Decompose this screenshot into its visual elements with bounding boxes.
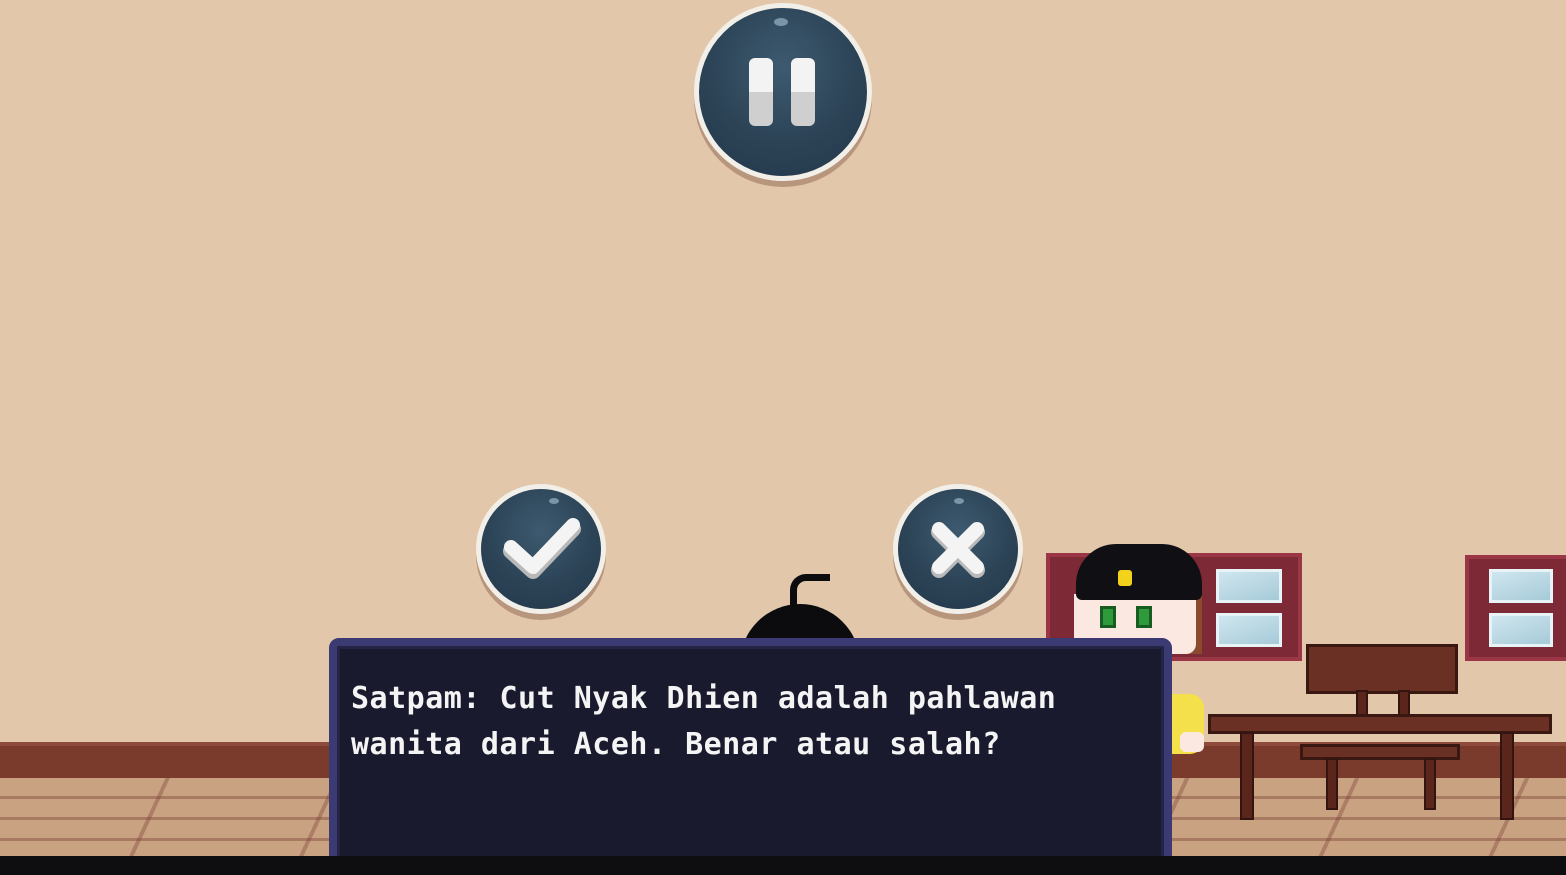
window-pane [1216,613,1282,647]
chair-backrest [1306,644,1458,694]
window-pane [1216,569,1282,603]
check-icon [503,518,581,579]
screen-bottom-bar [0,856,1566,875]
pause-icon [791,58,815,126]
guard-cap [1076,544,1202,600]
dialog-text: Satpam: Cut Nyak Dhien adalah pahlawan w… [351,681,1057,762]
dialog-box: Satpam: Cut Nyak Dhien adalah pahlawan w… [329,638,1172,869]
cap-badge [1118,570,1132,586]
chair-leg [1326,758,1338,810]
game-scene: Satpam: Cut Nyak Dhien adalah pahlawan w… [0,0,1566,875]
window-pane [1489,613,1553,647]
window-pane [1489,569,1553,603]
pause-icon [749,58,773,126]
button-shine [774,18,788,26]
answer-true-button[interactable] [476,484,606,614]
wall-window-right [1465,555,1566,661]
pause-button[interactable] [694,3,872,181]
close-icon [931,522,985,578]
answer-false-button[interactable] [893,484,1023,614]
desk-leg [1500,732,1514,820]
chair-leg [1424,758,1436,810]
desk-leg [1240,732,1254,820]
guard-eye [1136,606,1152,628]
black-cat-character [738,574,862,664]
guard-eye [1100,606,1116,628]
chair-seat [1300,744,1460,760]
guard-hand [1180,732,1204,752]
school-desk [1208,714,1552,734]
